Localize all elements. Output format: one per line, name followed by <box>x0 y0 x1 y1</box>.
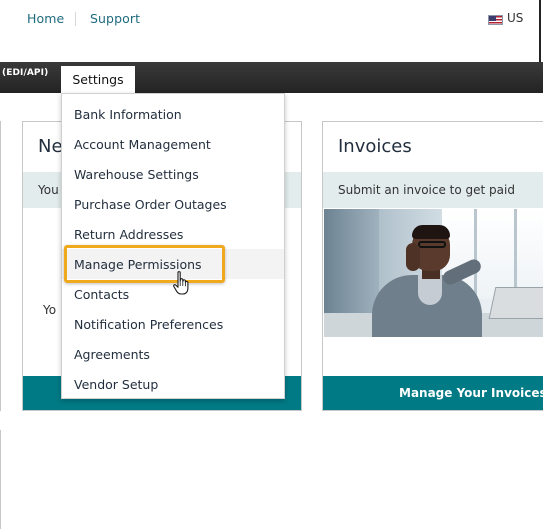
locale-label: US <box>507 11 524 25</box>
photo-person-hair <box>412 225 450 239</box>
hand-pointer-icon <box>173 271 189 295</box>
page-edge <box>539 0 541 62</box>
left-card-edge <box>0 121 1 411</box>
menu-item-vendor-setup[interactable]: Vendor Setup <box>62 369 284 399</box>
top-links-bar: Home Support US <box>0 0 543 40</box>
menu-item-agreements[interactable]: Agreements <box>62 339 284 369</box>
invoices-card-band-text: Submit an invoice to get paid <box>338 183 515 197</box>
photo-person-shirt <box>418 275 442 305</box>
menu-item-warehouse-settings[interactable]: Warehouse Settings <box>62 159 284 189</box>
news-card-title: Ne <box>38 136 63 157</box>
manage-invoices-button[interactable]: Manage Your Invoices <box>323 376 543 410</box>
photo-person-hand <box>406 243 420 271</box>
invoices-card-title: Invoices <box>338 136 412 157</box>
support-link[interactable]: Support <box>90 11 140 26</box>
man-on-phone-photo <box>324 209 543 337</box>
news-card-body-text: Yo <box>43 303 57 317</box>
photo-window-frame <box>474 209 477 299</box>
nav-tab-edi-api[interactable]: (EDI/API) <box>2 68 48 78</box>
locale-selector[interactable]: US <box>488 10 523 26</box>
link-divider <box>75 12 76 26</box>
photo-window-frame <box>514 209 517 299</box>
photo-person-glasses <box>418 241 446 248</box>
highlight-annotation-box <box>64 245 225 283</box>
menu-item-account-management[interactable]: Account Management <box>62 129 284 159</box>
manage-invoices-button-label: Manage Your Invoices <box>399 386 543 400</box>
photo-laptop <box>488 287 543 319</box>
menu-item-bank-information[interactable]: Bank Information <box>62 99 284 129</box>
menu-item-notification-preferences[interactable]: Notification Preferences <box>62 309 284 339</box>
home-link[interactable]: Home <box>27 11 64 26</box>
nav-tab-settings[interactable]: Settings <box>61 66 135 93</box>
left-card-edge-lower <box>0 430 1 529</box>
news-card-band-text: You <box>38 183 59 197</box>
us-flag-icon <box>488 15 503 25</box>
menu-item-purchase-order-outages[interactable]: Purchase Order Outages <box>62 189 284 219</box>
invoices-card: Invoices Submit an invoice to get paid M… <box>322 121 543 411</box>
